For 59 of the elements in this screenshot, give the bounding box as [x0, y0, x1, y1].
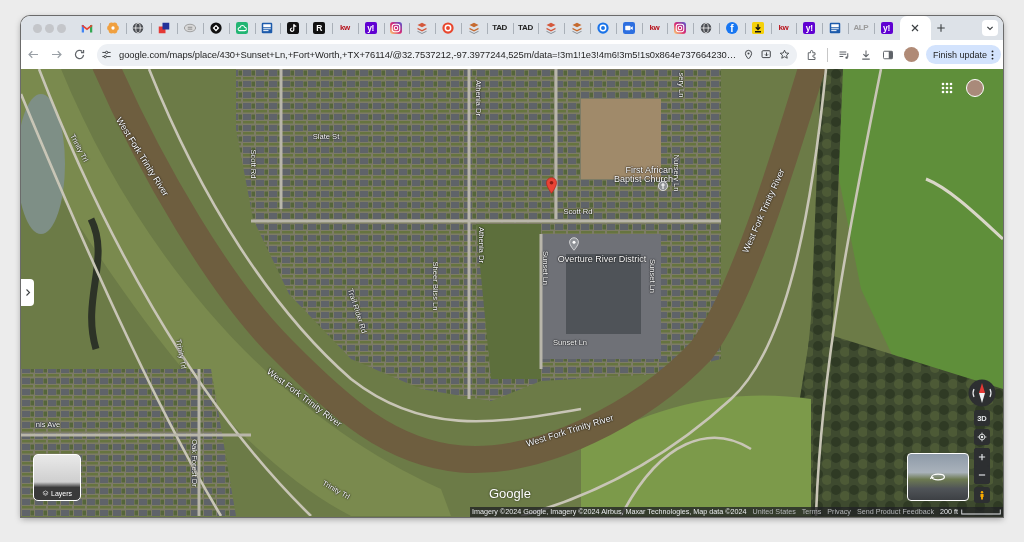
scale-bar-icon	[961, 509, 1001, 515]
camera-icon	[390, 22, 403, 34]
tab[interactable]: y!	[357, 16, 384, 40]
oval-icon	[184, 22, 197, 34]
tab[interactable]: kw	[770, 16, 797, 40]
street-view-pegman-button[interactable]	[974, 487, 990, 503]
satellite-map[interactable]	[21, 69, 1003, 517]
back-arrow-icon	[26, 48, 40, 61]
side-panel-toggle[interactable]	[21, 279, 34, 306]
plus-icon	[934, 22, 947, 34]
tab[interactable]: y!	[796, 16, 823, 40]
rotate-icon	[930, 473, 946, 481]
forward-arrow-icon	[49, 48, 63, 61]
diamond-icon	[209, 22, 222, 34]
tab[interactable]: TAD	[486, 16, 513, 40]
profile-avatar[interactable]	[904, 47, 919, 62]
tab[interactable]: f	[718, 16, 745, 40]
tab[interactable]: R	[306, 16, 332, 40]
place-label: Overture River District	[557, 254, 647, 264]
crosshair-icon	[977, 432, 987, 442]
finish-update-button[interactable]: Finish update	[926, 45, 1001, 64]
mail-icon	[80, 22, 93, 34]
url-text[interactable]: google.com/maps/place/430+Sunset+Ln,+Fort+Worth,+TX+76114/@32.7537212,-97.3977244,525m/data=!3m1!1e3!4m6!3m5!1s0x864e737664230…	[119, 49, 737, 60]
location-pin-icon[interactable]	[743, 49, 755, 60]
puzzle-icon[interactable]	[806, 48, 818, 61]
compass-icon[interactable]	[968, 379, 996, 407]
plus-icon	[977, 452, 987, 462]
map-logo: Google	[489, 487, 531, 500]
music-note-icon	[287, 22, 300, 34]
address-bar[interactable]: google.com/maps/place/430+Sunset+Ln,+Fort+Worth,+TX+76114/@32.7537212,-97.3977244,525m/data=!3m1!1e3!4m6!3m5!1s0x864e737664230…	[97, 43, 797, 66]
download-icon[interactable]	[860, 48, 872, 61]
globe-icon	[700, 22, 712, 34]
install-app-icon[interactable]	[761, 49, 773, 60]
tune-icon[interactable]	[101, 49, 112, 60]
reload-icon	[72, 48, 86, 61]
street-view-preview-button[interactable]	[907, 453, 969, 501]
tab[interactable]: y!	[873, 16, 900, 40]
apps-grid-icon[interactable]	[941, 82, 953, 94]
side-panel-icon[interactable]	[882, 48, 894, 61]
tab[interactable]: kw	[331, 16, 358, 40]
layers-icon	[42, 490, 49, 497]
chevron-right-icon	[24, 288, 31, 297]
globe-icon	[132, 22, 145, 34]
tab[interactable]: kw	[641, 16, 668, 40]
tab[interactable]: TAD	[512, 16, 539, 40]
more-icon	[991, 49, 994, 60]
media-playlist-icon[interactable]	[838, 48, 850, 61]
close-icon[interactable]	[909, 22, 921, 34]
location-pin-icon[interactable]	[546, 177, 557, 194]
cross-pin-icon[interactable]	[658, 181, 668, 191]
river-label: West Fork Trinity River	[525, 413, 615, 449]
pegman-icon	[977, 490, 987, 500]
camera-icon	[674, 22, 687, 34]
my-location-button[interactable]	[974, 429, 990, 445]
tab-list-button[interactable]	[982, 20, 998, 36]
map-pin-icon[interactable]	[569, 237, 579, 251]
place-label: First African Baptist Church	[613, 166, 673, 184]
star-icon[interactable]	[779, 49, 791, 60]
squares-icon	[158, 22, 171, 34]
